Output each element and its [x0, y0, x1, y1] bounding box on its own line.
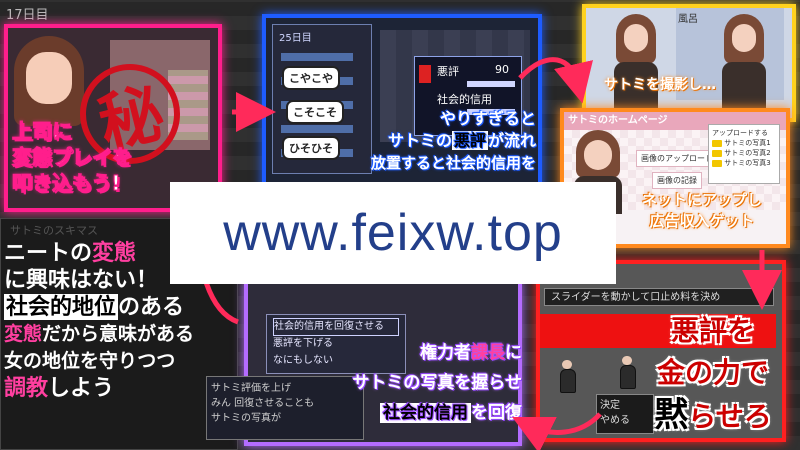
watermark-banner: www.feixw.top	[170, 182, 616, 284]
arrow-to-purple	[512, 412, 602, 450]
arrow-to-photo	[518, 57, 593, 104]
